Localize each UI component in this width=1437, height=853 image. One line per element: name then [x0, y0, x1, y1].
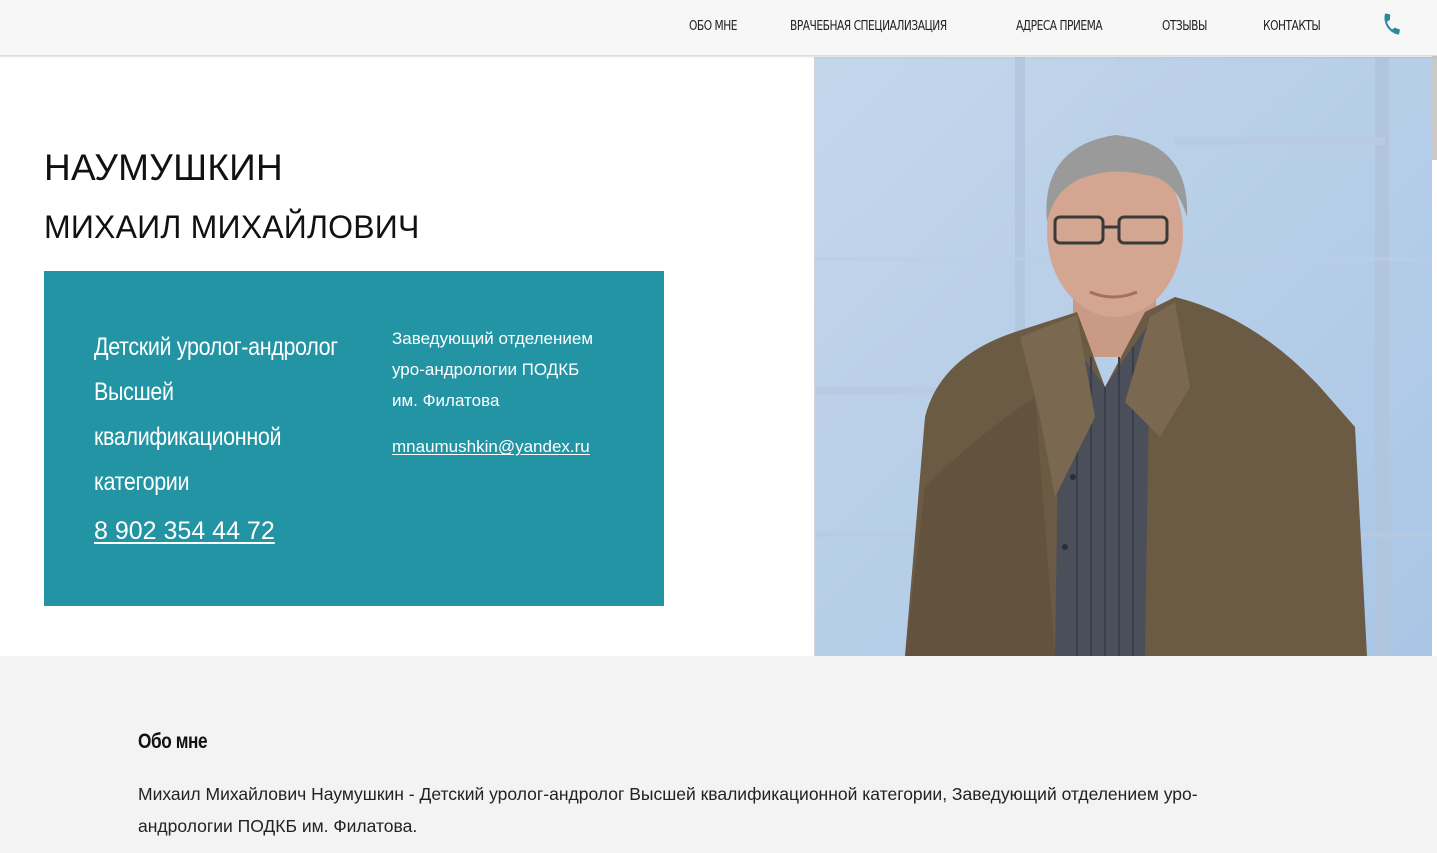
email-link[interactable]: mnaumushkin@yandex.ru	[392, 437, 590, 457]
about-title: Обо мне	[138, 730, 208, 753]
doctor-surname: НАУМУШКИН	[44, 147, 284, 188]
specialty-line: Детский уролог-андролог	[94, 333, 338, 361]
specialty-line: Высшей	[94, 378, 174, 406]
nav-item-about[interactable]: ОБО МНЕ	[689, 19, 737, 34]
phone-link[interactable]: 8 902 354 44 72	[94, 517, 275, 546]
nav-item-addresses[interactable]: АДРЕСА ПРИЕМА	[1016, 19, 1103, 34]
portrait-image	[815, 57, 1432, 656]
info-card: Детский уролог-андролог Высшей квалифика…	[44, 271, 664, 606]
specialty-line: категории	[94, 468, 190, 496]
nav-item-specialization[interactable]: ВРАЧЕБНАЯ СПЕЦИАЛИЗАЦИЯ	[790, 19, 947, 34]
phone-icon[interactable]	[1380, 12, 1404, 36]
position-line: Заведующий отделением	[392, 329, 594, 348]
about-text: Михаил Михайлович Наумушкин - Детский ур…	[138, 784, 1198, 836]
position-line: им. Филатова	[392, 391, 500, 410]
about-section: Обо мне Михаил Михайлович Наумушкин - Де…	[0, 656, 1437, 853]
specialty-text: Детский уролог-андролог Высшей квалифика…	[94, 325, 352, 505]
nav-item-reviews[interactable]: ОТЗЫВЫ	[1162, 19, 1207, 34]
nav-item-contacts[interactable]: КОНТАКТЫ	[1263, 19, 1321, 34]
position-text: Заведующий отделением уро-андрологии ПОД…	[392, 323, 593, 416]
top-navigation-bar: ОБО МНЕ ВРАЧЕБНАЯ СПЕЦИАЛИЗАЦИЯ АДРЕСА П…	[0, 0, 1437, 56]
position-line: уро-андрологии ПОДКБ	[392, 360, 580, 379]
doctor-name: МИХАИЛ МИХАЙЛОВИЧ	[44, 209, 420, 245]
doctor-photo	[814, 57, 1432, 656]
specialty-line: квалификационной	[94, 423, 282, 451]
